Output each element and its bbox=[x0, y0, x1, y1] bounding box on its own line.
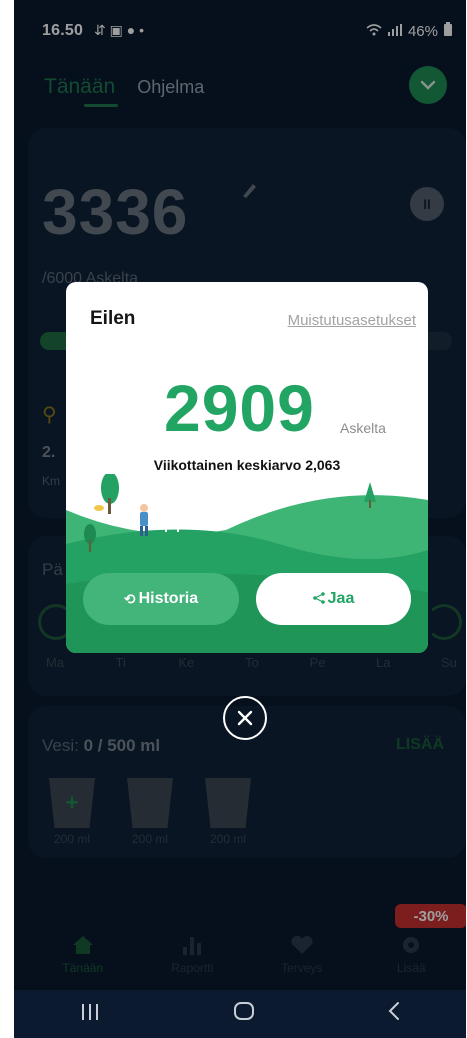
history-label: Historia bbox=[138, 590, 199, 607]
dialog-title: Eilen bbox=[90, 308, 136, 329]
recent-apps-icon[interactable] bbox=[80, 1001, 100, 1027]
share-label: Jaa bbox=[327, 590, 355, 607]
history-button[interactable]: ⟲ Historia bbox=[83, 573, 239, 625]
history-icon: ⟲ bbox=[123, 590, 136, 607]
weekly-average: Viikottainen keskiarvo 2,063 bbox=[153, 457, 341, 473]
landscape-illustration bbox=[66, 474, 428, 653]
share-button[interactable]: Jaa bbox=[256, 573, 411, 625]
share-icon bbox=[312, 591, 325, 607]
yesterday-summary-dialog: Eilen Muistutusasetukset 2909 Askelta Vi… bbox=[66, 282, 428, 653]
back-icon[interactable] bbox=[388, 1001, 400, 1027]
yesterday-step-count: 2909 bbox=[164, 371, 315, 445]
system-nav-bar bbox=[14, 990, 466, 1038]
steps-unit: Askelta bbox=[340, 420, 386, 436]
reminder-settings-link[interactable]: Muistutusasetukset bbox=[288, 312, 416, 329]
home-button-icon[interactable] bbox=[233, 1001, 255, 1027]
close-icon[interactable] bbox=[223, 696, 267, 740]
phone-screen: 16.50 ⇵ ▣ ● • 46% Tänään Ohjelma 3336 II… bbox=[14, 0, 466, 1038]
